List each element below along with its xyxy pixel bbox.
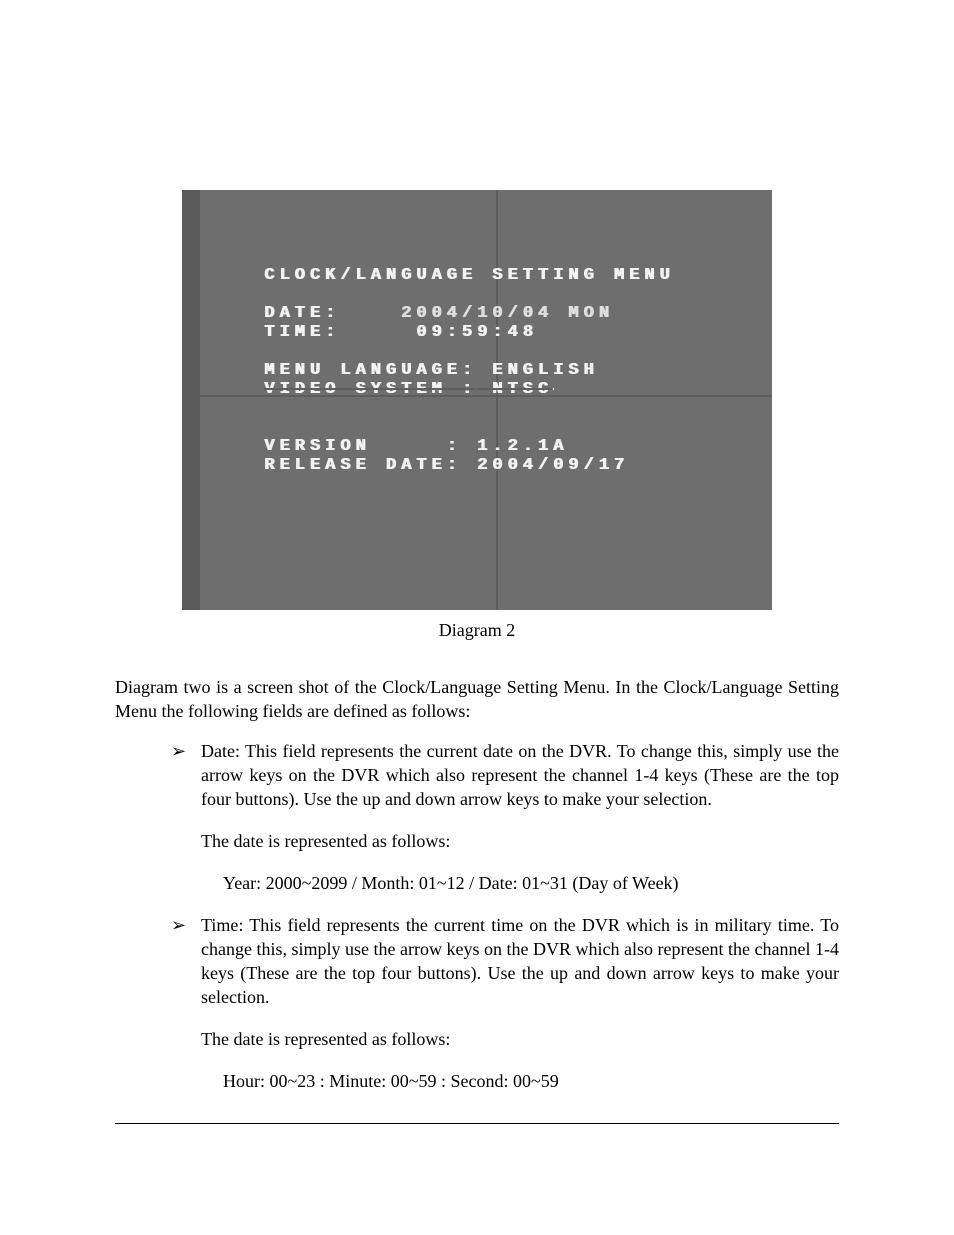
date-description: Date: This field represents the current … <box>201 741 839 809</box>
manual-page: CLOCK/LANGUAGE SETTING MENU DATE: 2004/1… <box>0 0 954 1235</box>
osd-time-value: 09:59:48 <box>416 323 538 342</box>
osd-menulang-label: MENU LANGUAGE: <box>264 361 477 380</box>
dvr-screenshot: CLOCK/LANGUAGE SETTING MENU DATE: 2004/1… <box>182 190 772 610</box>
field-definitions-list: Date: This field represents the current … <box>115 739 839 1093</box>
time-sub-heading: The date is represented as follows: <box>201 1027 839 1051</box>
osd-title: CLOCK/LANGUAGE SETTING MENU <box>264 266 674 285</box>
osd-reldate-label: RELEASE DATE: <box>264 456 462 475</box>
osd-date-label: DATE: <box>264 304 340 323</box>
time-format-line: Hour: 00~23 : Minute: 00~59 : Second: 00… <box>223 1069 839 1093</box>
intro-paragraph: Diagram two is a screen shot of the Cloc… <box>115 675 839 723</box>
list-item-date: Date: This field represents the current … <box>175 739 839 895</box>
date-sub-heading: The date is represented as follows: <box>201 829 839 853</box>
osd-reldate-value: 2004/09/17 <box>477 456 629 475</box>
list-item-time: Time: This field represents the current … <box>175 913 839 1093</box>
osd-videosys-label: VIDEO SYSTEM : <box>264 380 477 399</box>
osd-date-value: 2004/10/04 MON <box>401 304 614 323</box>
osd-menulang-value: ENGLISH <box>492 361 598 380</box>
date-format-line: Year: 2000~2099 / Month: 01~12 / Date: 0… <box>223 871 839 895</box>
page-footer-rule <box>115 1123 839 1124</box>
osd-videosys-value: NTSC <box>492 380 553 399</box>
diagram-figure: CLOCK/LANGUAGE SETTING MENU DATE: 2004/1… <box>182 190 772 610</box>
osd-version-label: VERSION : <box>264 437 462 456</box>
osd-time-label: TIME: <box>264 323 340 342</box>
osd-version-value: 1.2.1A <box>477 437 568 456</box>
figure-caption: Diagram 2 <box>115 620 839 641</box>
time-description: Time: This field represents the current … <box>201 915 839 1007</box>
